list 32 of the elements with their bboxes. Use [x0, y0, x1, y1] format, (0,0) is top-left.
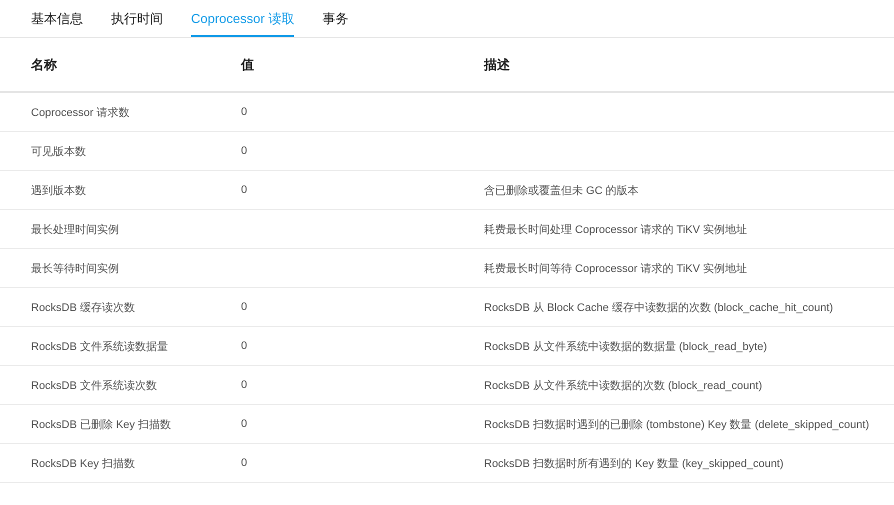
- table-cell: 0: [241, 340, 248, 352]
- table-cell: 最长等待时间实例: [31, 262, 119, 274]
- table-cell: RocksDB 扫数据时所有遇到的 Key 数量 (key_skipped_count): [484, 458, 784, 470]
- table-cell: 0: [241, 106, 248, 118]
- table-cell: 含已删除或覆盖但未 GC 的版本: [484, 184, 639, 196]
- table-cell: 最长处理时间实例: [31, 224, 119, 236]
- column-header: 描述: [484, 56, 510, 72]
- table-cell: RocksDB 扫数据时遇到的已删除 (tombstone) Key 数量 (delete_skipped_count): [484, 418, 870, 430]
- table-cell: 0: [241, 145, 248, 157]
- tab[interactable]: 执行时间: [111, 0, 163, 37]
- table-cell: 可见版本数: [31, 146, 86, 158]
- table-cell: Coprocessor 请求数: [31, 106, 130, 118]
- table-cell: RocksDB 从文件系统中读数据的次数 (block_read_count): [484, 380, 762, 392]
- column-header: 名称: [31, 56, 57, 72]
- table-cell: RocksDB 从 Block Cache 缓存中读数据的次数 (block_cache_hit_count): [484, 302, 834, 314]
- table-cell: 0: [241, 418, 248, 430]
- tab[interactable]: 事务: [322, 0, 348, 37]
- table-cell: RocksDB 文件系统读数据量: [31, 340, 168, 352]
- table-cell: 0: [241, 301, 248, 313]
- table-cell: RocksDB 从文件系统中读数据的数据量 (block_read_byte): [484, 340, 768, 352]
- table-cell: RocksDB Key 扫描数: [31, 458, 135, 470]
- tab[interactable]: 基本信息: [31, 0, 83, 37]
- table-cell: RocksDB 文件系统读次数: [31, 380, 157, 392]
- table-cell: 耗费最长时间处理 Coprocessor 请求的 TiKV 实例地址: [484, 224, 748, 236]
- table-cell: 耗费最长时间等待 Coprocessor 请求的 TiKV 实例地址: [484, 262, 748, 274]
- table-cell: 遇到版本数: [31, 184, 86, 196]
- table-cell: 0: [241, 184, 248, 196]
- table-cell: 0: [241, 379, 248, 391]
- table-cell: RocksDB 缓存读次数: [31, 302, 135, 314]
- table-cell: 0: [241, 457, 248, 469]
- table-cell: RocksDB 已删除 Key 扫描数: [31, 418, 171, 430]
- column-header: 值: [241, 56, 254, 72]
